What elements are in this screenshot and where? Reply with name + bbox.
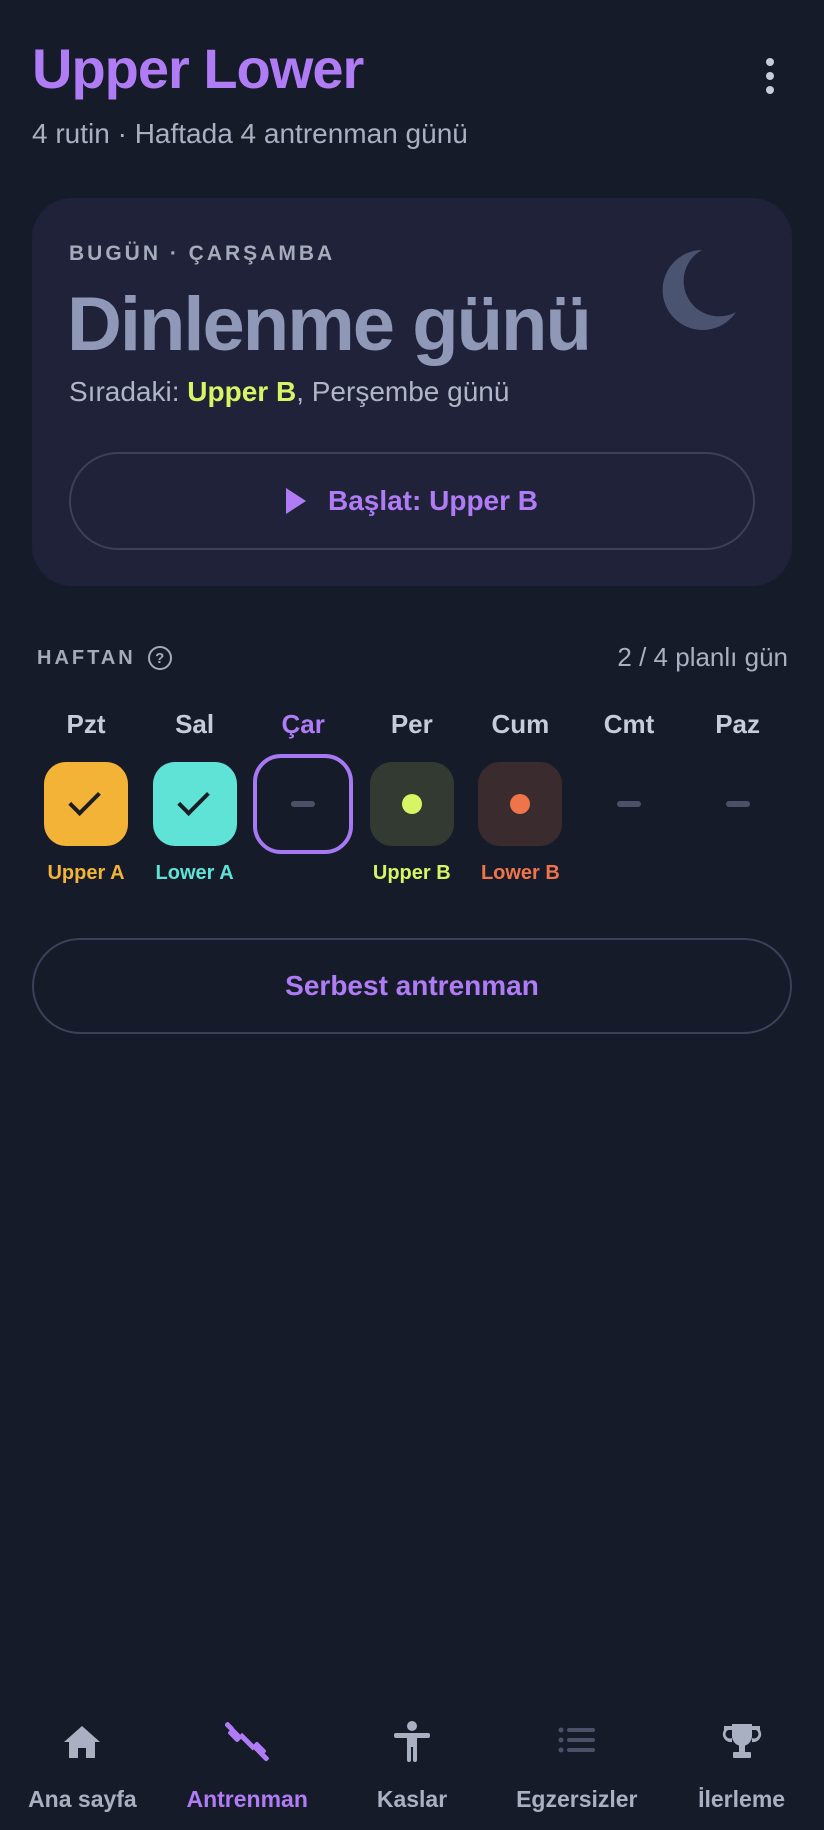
nav-label: Kaslar: [376, 1786, 448, 1812]
day-name: Pzt: [66, 709, 106, 739]
day-routine-label: Lower A: [155, 862, 234, 884]
day-4[interactable]: Cum Lower B: [466, 700, 574, 890]
nav-item-home[interactable]: Ana sayfa: [0, 1692, 165, 1830]
day-0[interactable]: Pzt Upper A: [32, 700, 140, 890]
more-dot: [766, 58, 774, 66]
more-dot: [766, 86, 774, 94]
nav-item-dumbbell[interactable]: Antrenman: [165, 1692, 330, 1830]
day-name: Cmt: [603, 709, 655, 739]
rest-dash-icon: [725, 801, 750, 807]
page-subtitle: 4 rutin · Haftada 4 antrenman günü: [32, 118, 468, 149]
week-section-label: HAFTAN ?: [37, 646, 172, 670]
moon-icon: [662, 250, 736, 330]
day-1[interactable]: Sal Lower A: [141, 700, 249, 890]
next-routine: Upper B: [187, 376, 297, 407]
check-icon: [176, 783, 210, 817]
nav-label: Ana sayfa: [28, 1786, 137, 1812]
day-3[interactable]: Per Upper B: [358, 700, 466, 890]
nav-label: Egzersizler: [516, 1786, 638, 1812]
day-routine-label: [575, 862, 683, 890]
week-label-text: HAFTAN: [37, 646, 136, 669]
week-days: Pzt Upper A Sal Lower A Çar Per Upper B Cum Lowe…: [32, 700, 792, 900]
page-title: Upper Lower: [32, 37, 364, 100]
day-name: Çar: [281, 709, 325, 739]
nav-label: Antrenman: [186, 1786, 308, 1812]
body-icon: [393, 1721, 430, 1762]
start-button-label: Başlat: Upper B: [327, 485, 539, 516]
day-status-box[interactable]: [253, 754, 354, 854]
day-status-box[interactable]: [696, 762, 780, 846]
day-status-box[interactable]: [152, 762, 237, 846]
check-icon: [68, 783, 101, 817]
day-status-box[interactable]: [478, 762, 563, 846]
bottom-navigation: Ana sayfa Antrenman Kaslar Egzersizler İlerl…: [0, 1692, 824, 1830]
nav-item-trophy[interactable]: İlerleme: [659, 1692, 824, 1830]
play-icon: [285, 488, 306, 514]
more-menu-button[interactable]: [748, 54, 792, 98]
help-icon[interactable]: ?: [147, 646, 172, 670]
day-status-box[interactable]: [587, 762, 671, 846]
week-planned-count: 2 / 4 planlı gün: [617, 642, 788, 672]
home-icon: [64, 1726, 101, 1758]
day-routine-label: [249, 870, 357, 898]
day-routine-label: Upper A: [47, 862, 125, 884]
day-name: Paz: [715, 709, 760, 739]
day-name: Sal: [175, 709, 215, 739]
nav-item-body[interactable]: Kaslar: [330, 1692, 495, 1830]
list-icon: [558, 1727, 595, 1753]
free-workout-button[interactable]: Serbest antrenman: [32, 938, 792, 1034]
next-prefix: Sıradaki:: [69, 376, 188, 407]
day-6[interactable]: Paz: [684, 700, 792, 890]
more-dot: [766, 72, 774, 80]
planned-dot-icon: [510, 794, 531, 814]
header: Upper Lower 4 rutin · Haftada 4 antrenma…: [32, 36, 792, 150]
nav-label: İlerleme: [698, 1786, 786, 1812]
day-status-box[interactable]: [44, 762, 128, 846]
day-status-box[interactable]: [369, 762, 454, 846]
day-name: Per: [390, 709, 433, 739]
day-routine-label: [684, 862, 792, 890]
planned-dot-icon: [401, 794, 422, 814]
day-routine-label: Lower B: [480, 862, 560, 884]
next-workout-text: Sıradaki: Upper B, Perşembe günü: [69, 376, 509, 408]
day-routine-label: Upper B: [372, 862, 451, 884]
day-2[interactable]: Çar: [249, 700, 357, 898]
dumbbell-icon: [225, 1722, 270, 1762]
today-eyebrow: BUGÜN · ÇARŞAMBA: [69, 242, 336, 265]
day-name: Cum: [491, 709, 550, 739]
today-title: Dinlenme günü: [67, 282, 592, 367]
next-suffix: , Perşembe günü: [296, 376, 510, 407]
rest-dash-icon: [291, 801, 316, 807]
today-card: BUGÜN · ÇARŞAMBA Dinlenme günü Sıradaki:…: [32, 198, 792, 586]
nav-item-list[interactable]: Egzersizler: [494, 1692, 659, 1830]
day-5[interactable]: Cmt: [575, 700, 683, 890]
start-workout-button[interactable]: Başlat: Upper B: [69, 452, 755, 550]
trophy-icon: [722, 1724, 761, 1758]
rest-dash-icon: [617, 801, 641, 807]
